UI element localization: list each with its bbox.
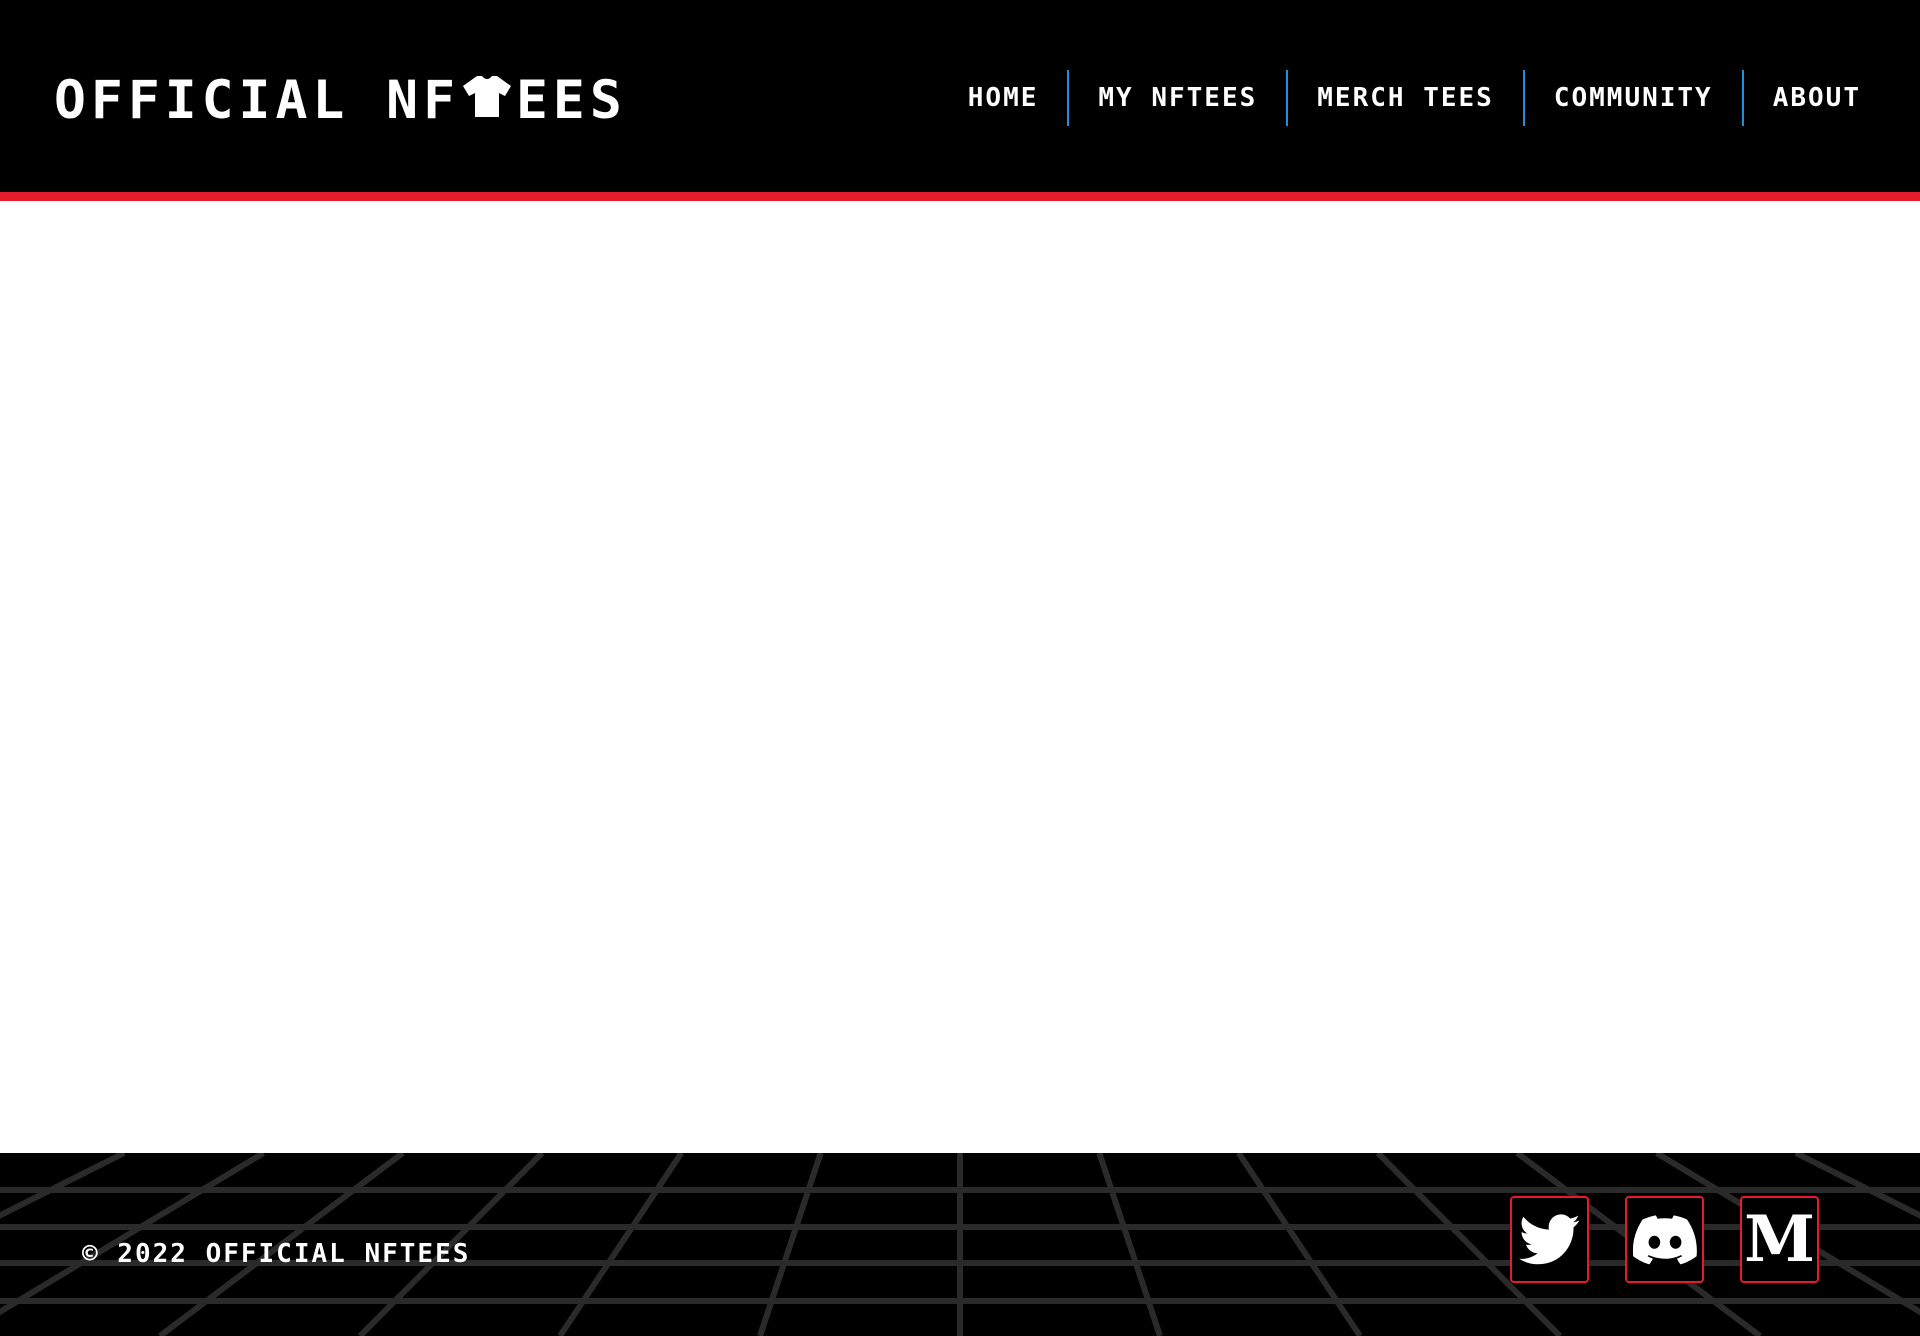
logo-text-start: OFFICIAL NF [54,69,460,131]
nav-merch-tees[interactable]: MERCH TEES [1288,70,1523,126]
nav-community[interactable]: COMMUNITY [1525,70,1742,126]
nav-about[interactable]: ABOUT [1744,70,1861,126]
grid-line [1236,1153,1363,1336]
site-footer: © 2022 OFFICIAL NFTEES M [0,1153,1920,1336]
medium-icon: M [1744,1201,1815,1277]
site-header: OFFICIAL NF EES HOME MY NFTEES MERCH TEE… [0,0,1920,201]
tshirt-icon [463,76,511,117]
discord-icon [1632,1214,1697,1264]
discord-link[interactable] [1625,1196,1704,1283]
social-links: M [1510,1196,1819,1283]
logo-text-end: EES [516,69,627,131]
site-logo[interactable]: OFFICIAL NF EES [54,72,627,128]
twitter-link[interactable] [1510,1196,1589,1283]
nav-my-nftees[interactable]: MY NFTEES [1069,70,1286,126]
copyright-text: © 2022 OFFICIAL NFTEES [82,1239,471,1269]
medium-link[interactable]: M [1740,1196,1819,1283]
main-content [0,201,1920,1153]
page: OFFICIAL NF EES HOME MY NFTEES MERCH TEE… [0,0,1920,1336]
twitter-icon [1518,1213,1580,1264]
main-nav: HOME MY NFTEES MERCH TEES COMMUNITY ABOU… [968,70,1861,126]
nav-home[interactable]: HOME [968,70,1068,126]
grid-line [1096,1153,1163,1336]
grid-line [757,1153,824,1336]
grid-line [557,1153,684,1336]
